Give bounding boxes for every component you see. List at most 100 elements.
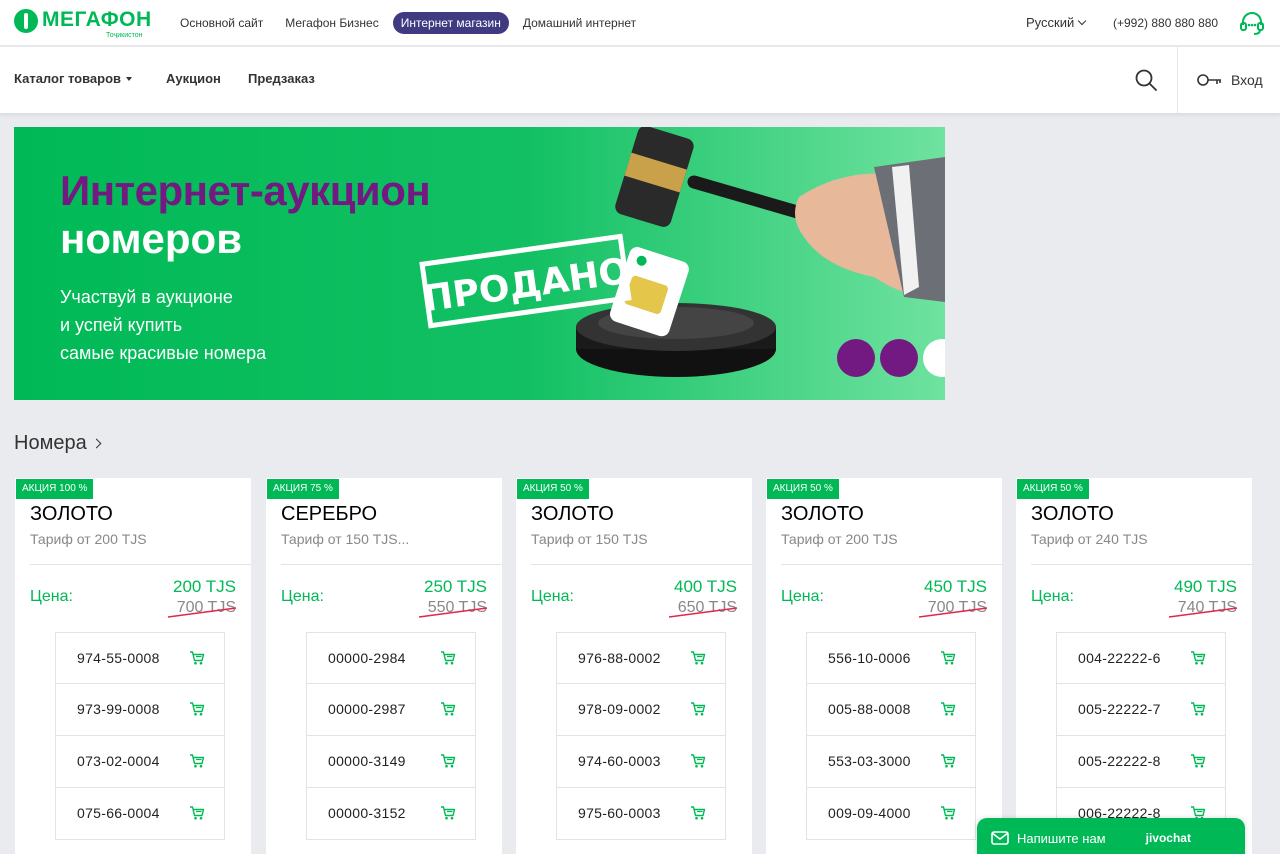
nav-catalog[interactable]: Каталог товаров <box>14 71 133 86</box>
cart-icon[interactable] <box>1190 650 1206 666</box>
phone-number-value: 00000-3152 <box>328 805 406 821</box>
number-row[interactable]: 976-88-0002 <box>556 632 726 684</box>
number-row[interactable]: 00000-3149 <box>306 736 476 788</box>
number-row[interactable]: 974-55-0008 <box>55 632 225 684</box>
cart-icon[interactable] <box>940 805 956 821</box>
number-row[interactable]: 978-09-0002 <box>556 684 726 736</box>
number-row[interactable]: 004-22222-6 <box>1056 632 1226 684</box>
carousel-dot-active[interactable] <box>923 339 945 377</box>
search-icon[interactable] <box>1134 68 1158 92</box>
number-row[interactable]: 553-03-3000 <box>806 736 976 788</box>
card-divider <box>30 564 251 565</box>
cart-icon[interactable] <box>1190 701 1206 717</box>
phone-number-value: 004-22222-6 <box>1078 650 1161 666</box>
number-card[interactable]: АКЦИЯ 50 % ЗОЛОТО Тариф от 240 TJS Цена: 490… <box>1016 478 1252 854</box>
cart-icon[interactable] <box>690 650 706 666</box>
cart-icon[interactable] <box>189 805 205 821</box>
cart-icon[interactable] <box>440 805 456 821</box>
number-row[interactable]: 073-02-0004 <box>55 736 225 788</box>
number-row[interactable]: 009-09-4000 <box>806 788 976 840</box>
cart-icon[interactable] <box>940 701 956 717</box>
chat-widget[interactable]: Напишите нам jivochat <box>977 818 1245 854</box>
number-list: 974-55-0008 973-99-0008 073-02-0004 075-66-… <box>55 632 225 840</box>
card-tariff: Тариф от 150 TJS <box>531 531 648 547</box>
number-card[interactable]: АКЦИЯ 100 % ЗОЛОТО Тариф от 200 TJS Цена: 20… <box>15 478 251 854</box>
cart-icon[interactable] <box>940 753 956 769</box>
card-title: ЗОЛОТО <box>30 503 113 525</box>
number-row[interactable]: 075-66-0004 <box>55 788 225 840</box>
phone-number-value: 974-55-0008 <box>77 650 160 666</box>
strike-line <box>418 607 488 618</box>
support-icon[interactable] <box>1239 11 1265 37</box>
number-row[interactable]: 005-22222-7 <box>1056 684 1226 736</box>
phone-number-value: 553-03-3000 <box>828 753 911 769</box>
cart-icon[interactable] <box>189 701 205 717</box>
cart-icon[interactable] <box>690 701 706 717</box>
toplink-business[interactable]: Мегафон Бизнес <box>277 12 386 34</box>
number-row[interactable]: 556-10-0006 <box>806 632 976 684</box>
toplink-home-internet[interactable]: Домашний интернет <box>515 12 644 34</box>
logo-text: МЕГАФОН <box>42 8 152 31</box>
top-links: Основной сайт Мегафон Бизнес Интернет ма… <box>172 11 650 35</box>
discount-badge: АКЦИЯ 50 % <box>767 479 839 499</box>
number-list: 00000-2984 00000-2987 00000-3149 00000-3152 <box>306 632 476 840</box>
number-row[interactable]: 005-22222-8 <box>1056 736 1226 788</box>
cart-icon[interactable] <box>440 753 456 769</box>
card-title: ЗОЛОТО <box>781 503 864 525</box>
banner-sub-line1: Участвуй в аукционе <box>60 287 233 307</box>
chat-label: Напишите нам <box>1017 830 1106 846</box>
banner-sub-line3: самые красивые номера <box>60 343 267 363</box>
card-divider <box>531 564 752 565</box>
cart-icon[interactable] <box>189 753 205 769</box>
carousel-dot[interactable] <box>837 339 875 377</box>
key-icon <box>1197 74 1221 86</box>
cart-icon[interactable] <box>690 805 706 821</box>
card-divider <box>781 564 1002 565</box>
carousel-dot[interactable] <box>880 339 918 377</box>
number-row[interactable]: 005-88-0008 <box>806 684 976 736</box>
nav-auction[interactable]: Аукцион <box>166 71 221 86</box>
promo-banner[interactable]: Интернет-аукцион номеров Участвуй в аукц… <box>14 127 945 400</box>
number-card[interactable]: АКЦИЯ 50 % ЗОЛОТО Тариф от 150 TJS Цена: 400… <box>516 478 752 854</box>
card-tariff: Тариф от 200 TJS <box>30 531 147 547</box>
number-row[interactable]: 00000-3152 <box>306 788 476 840</box>
price-label: Цена: <box>30 588 73 605</box>
toplink-main-site[interactable]: Основной сайт <box>172 12 271 34</box>
cart-icon[interactable] <box>940 650 956 666</box>
banner-title-line2: номеров <box>60 215 243 262</box>
phone-number-value: 973-99-0008 <box>77 701 160 717</box>
toplink-online-store[interactable]: Интернет магазин <box>392 12 509 34</box>
megafon-logo[interactable]: МЕГАФОН Тоҷикистон <box>14 8 154 40</box>
phone-number-value: 00000-2987 <box>328 701 406 717</box>
strike-line <box>668 607 738 618</box>
strike-line <box>918 607 988 618</box>
card-tariff: Тариф от 240 TJS <box>1031 531 1148 547</box>
number-list: 556-10-0006 005-88-0008 553-03-3000 009-09-… <box>806 632 976 840</box>
number-card[interactable]: АКЦИЯ 50 % ЗОЛОТО Тариф от 200 TJS Цена: 450… <box>766 478 1002 854</box>
phone-number-value: 075-66-0004 <box>77 805 160 821</box>
cart-icon[interactable] <box>1190 753 1206 769</box>
nav-catalog-label: Каталог товаров <box>14 71 122 86</box>
price-label: Цена: <box>281 588 324 605</box>
cart-icon[interactable] <box>440 701 456 717</box>
phone-number-value: 978-09-0002 <box>578 701 661 717</box>
number-row[interactable]: 00000-2987 <box>306 684 476 736</box>
phone-number-value: 005-22222-8 <box>1078 753 1161 769</box>
numbers-section-title[interactable]: Номера <box>14 432 102 455</box>
language-select[interactable]: Русский <box>1026 15 1087 30</box>
cart-icon[interactable] <box>440 650 456 666</box>
login-button[interactable]: Вход <box>1197 69 1263 91</box>
cart-icon[interactable] <box>189 650 205 666</box>
number-row[interactable]: 00000-2984 <box>306 632 476 684</box>
discount-badge: АКЦИЯ 50 % <box>1017 479 1089 499</box>
number-row[interactable]: 973-99-0008 <box>55 684 225 736</box>
price-new: 200 TJS <box>172 577 236 596</box>
cart-icon[interactable] <box>690 753 706 769</box>
number-card[interactable]: АКЦИЯ 75 % СЕРЕБРО Тариф от 150 TJS... Цена… <box>266 478 502 854</box>
nav-preorder[interactable]: Предзаказ <box>248 71 315 86</box>
banner-sub-line2: и успей купить <box>60 315 183 335</box>
discount-badge: АКЦИЯ 100 % <box>16 479 94 499</box>
number-row[interactable]: 975-60-0003 <box>556 788 726 840</box>
phone-number[interactable]: (+992) 880 880 880 <box>1113 16 1218 30</box>
number-row[interactable]: 974-60-0003 <box>556 736 726 788</box>
